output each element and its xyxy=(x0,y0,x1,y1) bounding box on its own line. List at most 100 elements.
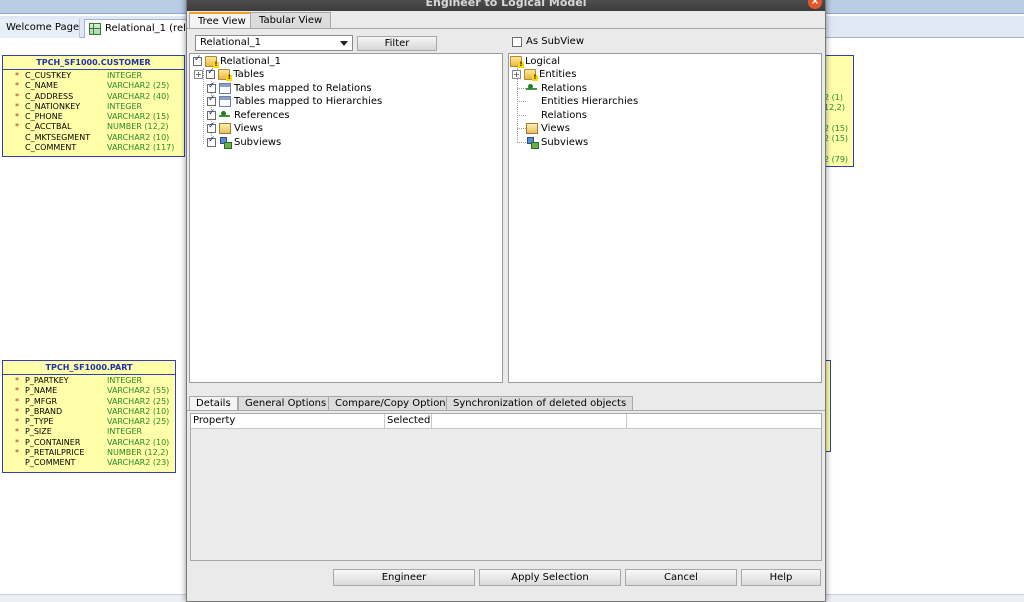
column-name: P_TYPE xyxy=(25,417,54,427)
tree-node-logical[interactable]: Logical xyxy=(510,56,560,69)
checkbox-icon[interactable] xyxy=(207,94,216,106)
column-type: VARCHAR2 (25) xyxy=(107,396,170,406)
part-table-entity[interactable]: TPCH_SF1000.PART * P_PARTKEY INTEGER * P_NAM… xyxy=(2,360,176,473)
mandatory-marker: * xyxy=(15,71,19,80)
column-header-selected[interactable]: Selected xyxy=(387,415,430,426)
column-header-property[interactable]: Property xyxy=(193,415,235,426)
tree-node-subviews[interactable]: Subviews xyxy=(526,137,588,150)
model-folder-icon xyxy=(205,56,219,68)
column-name: C_PHONE xyxy=(25,112,63,122)
tab-relational-1[interactable]: Relational_1 (rel) xyxy=(84,19,190,38)
checkbox-icon[interactable] xyxy=(207,81,216,93)
relation-icon xyxy=(526,110,538,121)
column-type: 2 (1) xyxy=(824,93,843,102)
tree-node-tables[interactable]: + Tables xyxy=(194,67,265,82)
tree-node-label: Tables xyxy=(233,69,265,80)
table-column-row[interactable]: * C_ACCTBAL NUMBER (12,2) xyxy=(3,122,184,132)
folder-icon xyxy=(524,69,538,81)
tree-node-subviews[interactable]: Subviews xyxy=(207,135,281,150)
mandatory-marker: * xyxy=(15,448,19,458)
column-type: VARCHAR2 (25) xyxy=(107,417,170,427)
mandatory-marker: * xyxy=(15,376,19,385)
view-icon xyxy=(526,123,538,134)
tree-node-entities[interactable]: + Entities xyxy=(512,69,576,82)
apply-selection-button[interactable]: Apply Selection xyxy=(479,569,621,586)
table-column-row[interactable]: * C_CUSTKEY INTEGER xyxy=(3,71,184,81)
filter-button[interactable]: Filter xyxy=(357,36,437,51)
checkbox-icon[interactable] xyxy=(207,135,216,147)
tab-tree-view[interactable]: Tree View xyxy=(189,12,255,28)
mandatory-marker: * xyxy=(15,91,19,101)
checkbox-icon[interactable] xyxy=(206,67,216,79)
tree-node-references[interactable]: References xyxy=(207,108,290,123)
table-column-row[interactable]: * C_ADDRESS VARCHAR2 (40) xyxy=(3,92,184,102)
checkbox-icon[interactable] xyxy=(512,36,522,47)
tree-node-views[interactable]: Views xyxy=(526,123,570,136)
table-column-row[interactable]: C_COMMENT VARCHAR2 (117) xyxy=(3,143,184,153)
dialog-title-bar[interactable]: Engineer to Logical Model × xyxy=(187,0,825,11)
tree-node-entities-hierarchies[interactable]: Entities Hierarchies xyxy=(526,96,638,109)
table-column-row[interactable]: * P_TYPE VARCHAR2 (25) xyxy=(3,417,175,427)
column-name: P_COMMENT xyxy=(25,458,76,468)
tree-node-tables-mapped-to-hierarchies[interactable]: Tables mapped to Hierarchies xyxy=(207,94,382,109)
tree-node-label: Relational_1 xyxy=(220,56,281,67)
table-column-row[interactable]: * C_NAME VARCHAR2 (25) xyxy=(3,81,184,91)
cancel-button[interactable]: Cancel xyxy=(625,569,737,586)
relational-model-select[interactable]: Relational_1 xyxy=(195,35,353,51)
column-name: P_BRAND xyxy=(25,406,63,416)
column-type: NUMBER (12,2) xyxy=(107,448,169,458)
mandatory-marker: * xyxy=(15,396,19,406)
table-column-row[interactable]: * C_NATIONKEY INTEGER xyxy=(3,102,184,112)
engineer-button[interactable]: Engineer xyxy=(333,569,475,586)
column-name: P_CONTAINER xyxy=(25,437,81,447)
mandatory-marker: * xyxy=(15,417,19,427)
tree-node-label: Entities Hierarchies xyxy=(541,96,639,107)
column-type: INTEGER xyxy=(107,427,143,437)
tree-node-label: Entities xyxy=(539,69,577,80)
table-column-row[interactable]: * P_RETAILPRICE NUMBER (12,2) xyxy=(3,448,175,458)
table-column-row[interactable]: * P_MFGR VARCHAR2 (25) xyxy=(3,397,175,407)
tab-tabular-view[interactable]: Tabular View xyxy=(250,12,332,28)
mandatory-marker: * xyxy=(15,406,19,416)
tree-node-label: Views xyxy=(541,123,570,134)
table-column-row[interactable]: * P_PARTKEY INTEGER xyxy=(3,376,175,386)
checkbox-icon[interactable] xyxy=(193,54,202,66)
checkbox-icon[interactable] xyxy=(207,121,216,133)
tab-welcome-page[interactable]: Welcome Page xyxy=(0,19,80,38)
table-column-row[interactable]: C_MKTSEGMENT VARCHAR2 (10) xyxy=(3,133,184,143)
tree-node-relations[interactable]: Relations xyxy=(526,83,587,96)
details-property-table[interactable]: Property Selected xyxy=(190,413,822,561)
tree-node-relational-1[interactable]: Relational_1 xyxy=(193,54,281,69)
tree-node-tables-mapped-to-relations[interactable]: Tables mapped to Relations xyxy=(207,81,372,96)
engineer-to-logical-model-dialog: Engineer to Logical Model × Tree View Ta… xyxy=(186,0,826,602)
tree-node-label: Tables mapped to Relations xyxy=(234,83,372,94)
table-column-row[interactable]: * P_BRAND VARCHAR2 (10) xyxy=(3,407,175,417)
tab-synchronization-of-deleted-objects[interactable]: Synchronization of deleted objects xyxy=(446,396,634,411)
tab-details[interactable]: Details xyxy=(189,396,238,411)
relational-tree-panel[interactable]: Relational_1 + Tables Tables mapped to R… xyxy=(189,53,503,383)
as-subview-label: As SubView xyxy=(526,36,584,47)
table-column-row[interactable]: * P_NAME VARCHAR2 (55) xyxy=(3,386,175,396)
table-icon xyxy=(219,96,231,107)
tree-node-label: Views xyxy=(234,123,263,134)
tab-relational-1-label: Relational_1 (rel) xyxy=(105,23,190,34)
relation-icon xyxy=(526,83,538,94)
table-column-row[interactable]: * P_SIZE INTEGER xyxy=(3,427,175,437)
column-type: INTEGER xyxy=(107,71,143,80)
expand-icon[interactable]: + xyxy=(512,70,521,79)
table-column-row[interactable]: * C_PHONE VARCHAR2 (15) xyxy=(3,112,184,122)
checkbox-icon[interactable] xyxy=(207,108,216,120)
column-type: 12,2) xyxy=(824,103,845,112)
help-button[interactable]: Help xyxy=(741,569,821,586)
customer-table-entity[interactable]: TPCH_SF1000.CUSTOMER * C_CUSTKEY INTEGER * C… xyxy=(2,55,185,157)
tree-node-relations-2[interactable]: Relations xyxy=(526,110,587,123)
table-column-row[interactable]: P_COMMENT VARCHAR2 (23) xyxy=(3,458,175,468)
tab-general-options[interactable]: General Options xyxy=(238,396,334,411)
table-column-row[interactable]: * P_CONTAINER VARCHAR2 (10) xyxy=(3,438,175,448)
customer-table-title: TPCH_SF1000.CUSTOMER xyxy=(3,56,184,70)
tab-compare-copy-options[interactable]: Compare/Copy Options xyxy=(328,396,458,411)
column-name: C_CUSTKEY xyxy=(25,71,72,80)
logical-tree-panel[interactable]: Logical + Entities Relations Entities Hie… xyxy=(508,53,822,383)
expand-icon[interactable]: + xyxy=(194,70,203,79)
as-subview-checkbox[interactable]: As SubView xyxy=(512,36,584,50)
